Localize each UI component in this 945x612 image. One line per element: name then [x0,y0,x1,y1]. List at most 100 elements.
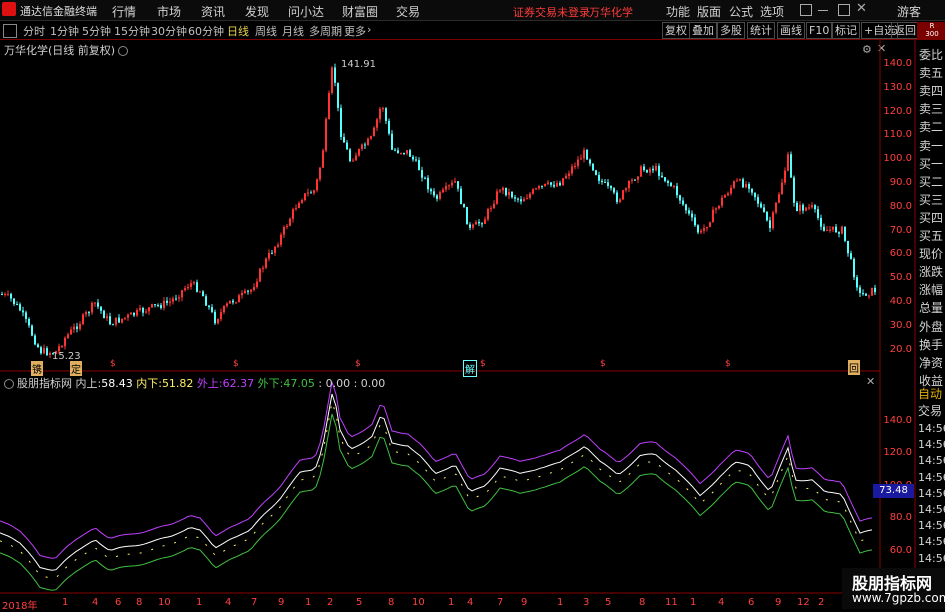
dividend-marker-icon[interactable]: $ [725,359,731,369]
btn-duogu[interactable]: 多股 [717,22,745,39]
candle-body [613,188,615,193]
period-60min[interactable]: 60分钟 [188,23,224,39]
candle-body [859,287,861,294]
x-axis-tick: 5 [605,597,612,608]
candle-body [334,67,336,83]
indicator-settings-icon[interactable] [4,379,14,389]
period-15min[interactable]: 15分钟 [114,23,150,39]
indicator-axis-tick: 140.0 [883,415,912,426]
x-axis-tick: 5 [356,597,363,608]
dividend-marker-icon[interactable]: $ [480,359,486,369]
candle-body [838,232,840,234]
side-label[interactable]: 买三 [919,191,943,208]
btn-fuquan[interactable]: 复权 [662,22,690,39]
period-more[interactable]: 更多 [344,23,366,39]
side-label[interactable]: 涨跌 [919,263,943,280]
side-label[interactable]: 买二 [919,173,943,190]
candle-body [265,258,267,268]
dividend-marker-icon[interactable]: $ [600,359,606,369]
side-label[interactable]: 卖四 [919,82,943,99]
indicator-close-icon[interactable]: ✕ [866,375,875,388]
side-label[interactable]: 涨幅 [919,281,943,298]
side-label[interactable]: 卖二 [919,118,943,135]
btn-fanhui[interactable]: 返回 [891,22,919,39]
candle-body [790,154,792,178]
marker-hui[interactable]: 回 [848,360,860,375]
candle-body [637,176,639,180]
candle-body [133,312,135,316]
side-label[interactable]: 买四 [919,209,943,226]
dividend-marker-icon[interactable]: $ [233,359,239,369]
candle-body [586,149,588,160]
login-status[interactable]: 证券交易未登录 [513,4,590,20]
candle-body [400,152,402,154]
wai-shang-label: 外上: [196,377,223,390]
maximize-icon[interactable] [838,4,850,16]
side-label[interactable]: 净资 [919,354,943,371]
x-axis-tick: 10 [412,597,425,608]
more-chevron-icon[interactable]: › [367,23,371,36]
marker-tian[interactable]: 镌 [31,361,43,376]
watermark-url: www.7gpzb.com [852,591,945,605]
menu-wenxiaoda[interactable]: 问小达 [288,3,324,20]
time-row: 14:56 [918,503,945,516]
minimize-icon[interactable] [818,10,828,11]
dividend-marker-icon[interactable]: $ [110,359,116,369]
menu-xuanxiang[interactable]: 选项 [760,3,784,20]
menu-jiaoyi[interactable]: 交易 [396,3,420,20]
period-daily[interactable]: 日线 [227,23,249,39]
menu-caifuquan[interactable]: 财富圈 [342,3,378,20]
side-label[interactable]: 卖三 [919,100,943,117]
time-row: 14:56 [918,519,945,533]
side-label[interactable]: 卖五 [919,64,943,81]
menu-banmian[interactable]: 版面 [697,3,721,20]
candle-body [730,187,732,194]
side-label[interactable]: 买一 [919,155,943,172]
candle-body [322,150,324,168]
period-5min[interactable]: 5分钟 [82,23,111,39]
marker-ding[interactable]: 定 [70,361,82,376]
menu-faxian[interactable]: 发现 [245,3,269,20]
period-1min[interactable]: 1分钟 [50,23,79,39]
side-label[interactable]: 换手 [919,336,943,353]
period-monthly[interactable]: 月线 [282,23,304,39]
btn-diejia[interactable]: 叠加 [689,22,717,39]
menu-shichang[interactable]: 市场 [157,3,181,20]
side-label[interactable]: 总量 [919,299,943,316]
menu-zixun[interactable]: 资讯 [201,3,225,20]
candle-body [46,348,48,356]
guest-user[interactable]: 游客 [897,3,921,20]
candle-body [388,120,390,134]
grid-layout-icon[interactable] [3,24,17,38]
side-label[interactable]: 现价 [919,245,943,262]
marker-jie[interactable]: 解 [463,360,477,377]
side-label[interactable]: 买五 [919,227,943,244]
close-icon[interactable]: ✕ [856,1,867,16]
menu-hangqing[interactable]: 行情 [112,3,136,20]
period-weekly[interactable]: 周线 [255,23,277,39]
period-fenshi[interactable]: 分时 [23,23,45,39]
auto-label[interactable]: 自动 [918,385,942,402]
btn-huaxian[interactable]: 画线 [777,22,805,39]
dividend-marker-icon[interactable]: $ [355,359,361,369]
menu-gongshi[interactable]: 公式 [729,3,753,20]
window-restore-icon[interactable] [800,4,812,16]
period-30min[interactable]: 30分钟 [151,23,187,39]
btn-f10[interactable]: F10 [806,22,833,39]
trade-label[interactable]: 交易 [918,402,942,419]
btn-tongji[interactable]: 统计 [747,22,775,39]
candle-body [802,204,804,211]
candle-body [796,202,798,212]
nei-shang-value: 58.43 [101,377,133,390]
candle-body [607,182,609,186]
candle-body [187,286,189,289]
period-multi[interactable]: 多周期 [309,23,342,39]
candle-body [631,179,633,182]
candle-body [109,316,111,325]
side-label[interactable]: 委比 [919,46,943,63]
candle-body [856,277,858,288]
side-label[interactable]: 外盘 [919,318,943,335]
btn-biaoji[interactable]: 标记 [832,22,860,39]
side-label[interactable]: 卖一 [919,137,943,154]
menu-gongneng[interactable]: 功能 [666,3,690,20]
